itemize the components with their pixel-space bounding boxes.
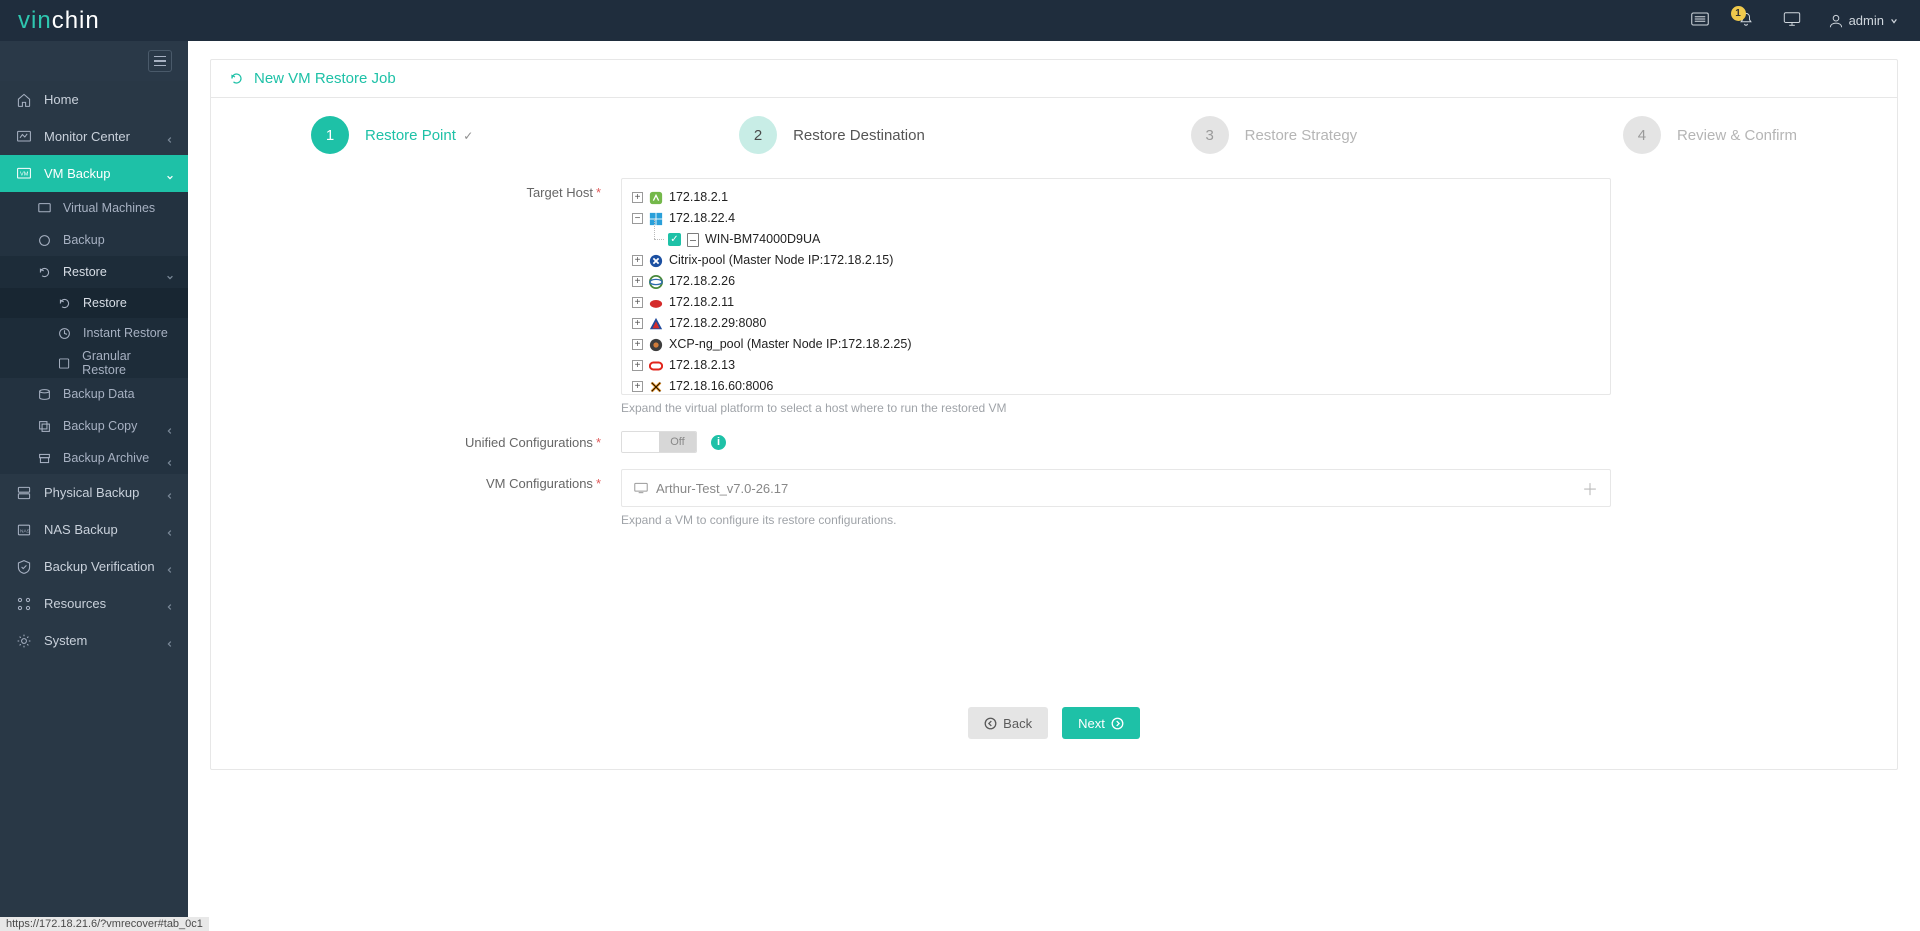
checkbox-checked[interactable]: ✓ bbox=[668, 233, 681, 246]
tree-node[interactable]: 172.18.2.26 bbox=[632, 271, 1600, 292]
nav-granular-restore[interactable]: Granular Restore bbox=[0, 348, 188, 378]
xcpng-icon bbox=[649, 338, 663, 352]
tree-node[interactable]: 172.18.2.1 bbox=[632, 187, 1600, 208]
expand-icon[interactable] bbox=[632, 297, 643, 308]
user-menu[interactable]: admin bbox=[1829, 13, 1898, 28]
nav-virtual-machines[interactable]: Virtual Machines bbox=[0, 192, 188, 224]
brand-logo: vinchin bbox=[18, 7, 100, 35]
expand-plus-icon[interactable]: ＋ bbox=[1582, 476, 1598, 500]
card-header: New VM Restore Job bbox=[211, 60, 1897, 98]
vm-config-hint: Expand a VM to configure its restore con… bbox=[621, 513, 1611, 527]
nav-backup-verification[interactable]: Backup Verification bbox=[0, 548, 188, 585]
expand-icon[interactable] bbox=[632, 276, 643, 287]
svg-text:NAS: NAS bbox=[20, 528, 30, 534]
tree-node-host[interactable]: ✓WIN-BM74000D9UA bbox=[632, 229, 1600, 250]
proxmox-icon bbox=[649, 380, 663, 394]
label-unified-config: Unified Configurations* bbox=[271, 435, 601, 450]
notification-badge: 1 bbox=[1731, 6, 1746, 21]
target-host-hint: Expand the virtual platform to select a … bbox=[621, 401, 1611, 415]
nav-instant-restore[interactable]: Instant Restore bbox=[0, 318, 188, 348]
check-icon: ✓ bbox=[460, 129, 473, 143]
arrow-left-icon bbox=[984, 717, 997, 730]
step-restore-strategy: 3 Restore Strategy bbox=[1191, 116, 1358, 154]
tree-node[interactable]: 172.18.2.29:8080 bbox=[632, 313, 1600, 334]
nav-physical-backup[interactable]: Physical Backup bbox=[0, 474, 188, 511]
arrow-right-icon bbox=[1111, 717, 1124, 730]
tree-node[interactable]: 172.18.22.4 bbox=[632, 208, 1600, 229]
step-review-confirm: 4 Review & Confirm bbox=[1623, 116, 1797, 154]
nav-backup-copy[interactable]: Backup Copy bbox=[0, 410, 188, 442]
nav-backup-archive[interactable]: Backup Archive bbox=[0, 442, 188, 474]
refresh-icon bbox=[229, 71, 244, 86]
expand-icon[interactable] bbox=[632, 318, 643, 329]
step-restore-point[interactable]: 1 Restore Point ✓ bbox=[311, 116, 473, 154]
windows-icon bbox=[649, 212, 663, 226]
label-vm-config: VM Configurations* bbox=[271, 469, 601, 491]
status-bar-url: https://172.18.21.6/?vmrecover#tab_0c1 bbox=[0, 917, 209, 931]
nav-vm-backup[interactable]: VM VM Backup bbox=[0, 155, 188, 192]
nav-restore-group[interactable]: Restore bbox=[0, 256, 188, 288]
unified-config-toggle[interactable]: Off bbox=[621, 431, 697, 453]
expand-icon[interactable] bbox=[632, 192, 643, 203]
tree-node[interactable]: Citrix-pool (Master Node IP:172.18.2.15) bbox=[632, 250, 1600, 271]
vcenter-icon bbox=[649, 191, 663, 205]
sidebar-collapse[interactable] bbox=[0, 41, 188, 81]
list-icon[interactable] bbox=[1691, 12, 1709, 29]
back-button[interactable]: Back bbox=[968, 707, 1048, 739]
sidebar: Home Monitor Center VM VM Backup Virtual… bbox=[0, 41, 188, 931]
vm-name: Arthur-Test_v7.0-26.17 bbox=[656, 481, 788, 496]
tree-node[interactable]: 172.18.2.13 bbox=[632, 355, 1600, 376]
nav-home[interactable]: Home bbox=[0, 81, 188, 118]
oracle-icon bbox=[649, 359, 663, 373]
main-content: New VM Restore Job 1 Restore Point ✓ 2 R… bbox=[188, 41, 1920, 931]
nav-resources[interactable]: Resources bbox=[0, 585, 188, 622]
redhat-icon bbox=[649, 296, 663, 310]
svg-text:VM: VM bbox=[20, 171, 29, 177]
collapse-icon[interactable] bbox=[632, 213, 643, 224]
platform-icon bbox=[649, 275, 663, 289]
wizard-steps: 1 Restore Point ✓ 2 Restore Destination … bbox=[271, 116, 1837, 178]
label-target-host: Target Host* bbox=[271, 178, 601, 200]
vm-config-item[interactable]: Arthur-Test_v7.0-26.17 ＋ bbox=[621, 469, 1611, 507]
monitor-icon[interactable] bbox=[1783, 12, 1801, 29]
nav-system[interactable]: System bbox=[0, 622, 188, 659]
notification-bell-icon[interactable]: 1 bbox=[1737, 12, 1755, 29]
tree-node[interactable]: XCP-ng_pool (Master Node IP:172.18.2.25) bbox=[632, 334, 1600, 355]
expand-icon[interactable] bbox=[632, 360, 643, 371]
nav-restore[interactable]: Restore bbox=[0, 288, 188, 318]
hamburger-icon bbox=[148, 50, 172, 72]
citrix-icon bbox=[649, 254, 663, 268]
tree-node[interactable]: 172.18.16.60:8006 bbox=[632, 376, 1600, 397]
user-name: admin bbox=[1849, 13, 1884, 28]
expand-icon[interactable] bbox=[632, 381, 643, 392]
tree-node[interactable]: 172.18.2.11 bbox=[632, 292, 1600, 313]
step-restore-destination: 2 Restore Destination bbox=[739, 116, 925, 154]
expand-icon[interactable] bbox=[632, 339, 643, 350]
vm-icon bbox=[634, 482, 648, 494]
nav-nas-backup[interactable]: NAS NAS Backup bbox=[0, 511, 188, 548]
page-title: New VM Restore Job bbox=[254, 70, 396, 87]
info-icon[interactable]: i bbox=[711, 435, 726, 450]
sangfor-icon bbox=[649, 317, 663, 331]
nav-backup[interactable]: Backup bbox=[0, 224, 188, 256]
target-host-tree[interactable]: 172.18.2.1 172.18.22.4 ✓WIN-BM74000D9UA … bbox=[621, 178, 1611, 395]
nav-backup-data[interactable]: Backup Data bbox=[0, 378, 188, 410]
expand-icon[interactable] bbox=[632, 255, 643, 266]
server-icon bbox=[687, 233, 699, 247]
nav-monitor-center[interactable]: Monitor Center bbox=[0, 118, 188, 155]
next-button[interactable]: Next bbox=[1062, 707, 1140, 739]
topbar: vinchin 1 admin bbox=[0, 0, 1920, 41]
